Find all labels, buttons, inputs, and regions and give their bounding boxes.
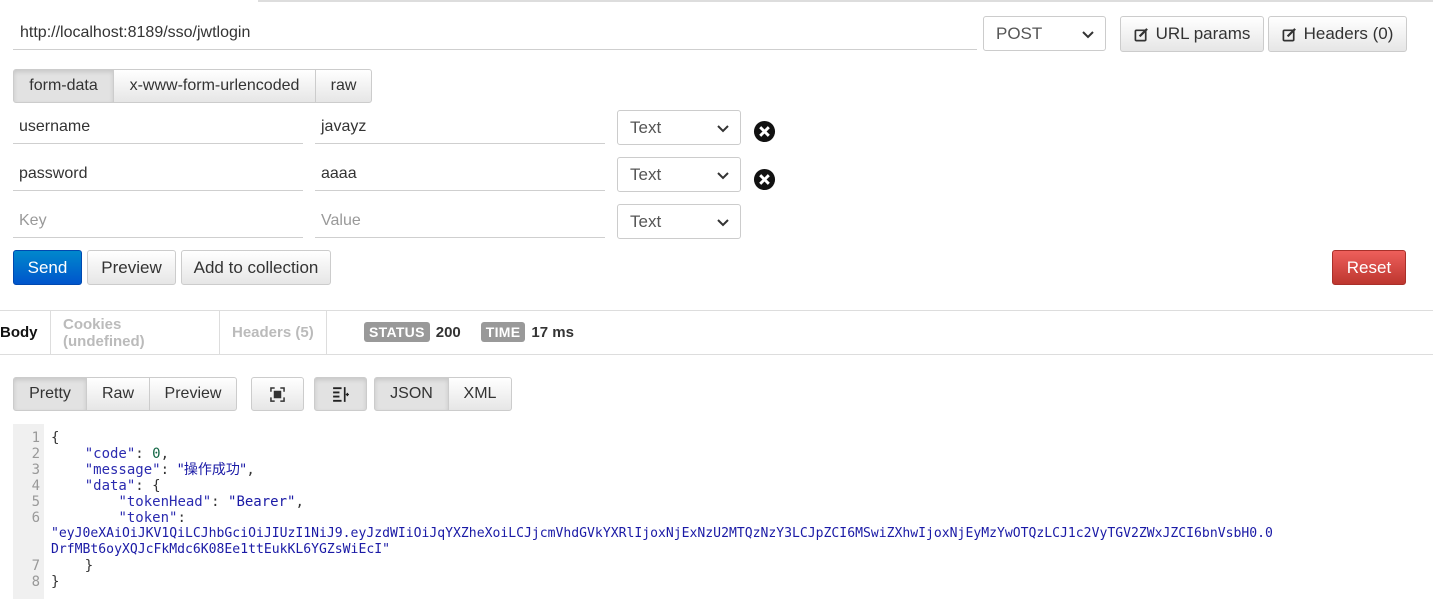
json-value: "Bearer" <box>228 494 296 510</box>
json-value: DrfMBt6oyXQJcFkMdc6K08Ee1ttEukKL6YGZsWiE… <box>51 542 390 557</box>
wrap-lines-icon <box>333 386 349 402</box>
preview-button[interactable]: Preview <box>87 250 176 285</box>
line-number: 2 <box>31 446 40 462</box>
fullscreen-icon <box>270 386 285 402</box>
new-value-field[interactable]: Value <box>315 204 605 238</box>
status-badge: STATUS <box>364 322 430 342</box>
code-line: "data": { <box>84 478 161 494</box>
code-line: "eyJ0eXAiOiJKV1QiLCJhbGciOiJIUzI1NiJ9.ey… <box>51 526 1273 542</box>
line-number: 7 <box>31 558 40 574</box>
tab-response-headers[interactable]: Headers (5) <box>220 311 327 354</box>
format-tabs: JSON XML <box>374 377 512 411</box>
edit-icon <box>1134 27 1148 41</box>
json-value: 0 <box>152 446 161 462</box>
chevron-down-icon <box>717 124 729 132</box>
line-number: 3 <box>31 462 40 478</box>
top-divider <box>258 0 1433 2</box>
format-json[interactable]: JSON <box>374 377 449 411</box>
code-line: } <box>84 558 94 574</box>
code-line: "token": <box>118 510 186 526</box>
status-indicator: STATUS 200 TIME 17 ms <box>364 322 574 342</box>
code-line: "code": 0, <box>84 446 170 462</box>
type-select-value: Text <box>630 211 662 231</box>
view-pretty[interactable]: Pretty <box>13 377 87 411</box>
json-key: "token" <box>118 510 178 526</box>
json-key: "data" <box>84 478 136 494</box>
code-line: { <box>51 430 60 446</box>
json-value: "eyJ0eXAiOiJKV1QiLCJhbGciOiJIUzI1NiJ9.ey… <box>51 526 1273 541</box>
value-field[interactable]: javayz <box>315 110 605 144</box>
format-xml[interactable]: XML <box>448 377 512 411</box>
headers-label: Headers (0) <box>1303 24 1394 43</box>
tab-form-data[interactable]: form-data <box>13 69 114 103</box>
new-key-field[interactable]: Key <box>13 204 303 238</box>
tab-x-www-form-urlencoded[interactable]: x-www-form-urlencoded <box>113 69 316 103</box>
remove-row-icon[interactable] <box>753 168 776 191</box>
add-to-collection-label: Add to collection <box>193 257 319 277</box>
url-input[interactable] <box>13 16 977 50</box>
code-line: } <box>51 574 60 590</box>
add-to-collection-button[interactable]: Add to collection <box>181 250 331 285</box>
reset-button[interactable]: Reset <box>1332 250 1406 285</box>
json-key: "message" <box>84 462 161 478</box>
chevron-down-icon <box>717 171 729 179</box>
chevron-down-icon <box>717 218 729 226</box>
view-preview[interactable]: Preview <box>149 377 237 411</box>
body-type-tabs: form-data x-www-form-urlencoded raw <box>13 69 372 103</box>
key-field[interactable]: password <box>13 157 303 191</box>
time-value: 17 ms <box>531 323 574 341</box>
tab-response-cookies[interactable]: Cookies (undefined) <box>51 311 220 354</box>
json-key: "tokenHead" <box>118 494 212 510</box>
chevron-down-icon <box>1082 30 1094 38</box>
headers-button[interactable]: Headers (0) <box>1268 16 1407 52</box>
preview-label: Preview <box>101 257 162 277</box>
value-field[interactable]: aaaa <box>315 157 605 191</box>
method-select[interactable]: POST <box>983 16 1106 51</box>
edit-icon <box>1282 27 1296 41</box>
line-number: 1 <box>31 430 40 446</box>
method-select-value: POST <box>996 23 1043 43</box>
url-params-button[interactable]: URL params <box>1120 16 1264 52</box>
type-select[interactable]: Text <box>617 204 741 239</box>
type-select-value: Text <box>630 117 662 137</box>
tab-response-body[interactable]: Body <box>0 311 51 354</box>
type-select[interactable]: Text <box>617 110 741 145</box>
response-divider-bottom <box>0 354 1433 355</box>
type-select[interactable]: Text <box>617 157 741 192</box>
json-value: "操作成功" <box>177 462 247 478</box>
line-number: 6 <box>31 510 40 526</box>
key-field[interactable]: username <box>13 110 303 144</box>
wrap-lines-button[interactable] <box>314 377 367 411</box>
remove-row-icon[interactable] <box>753 120 776 143</box>
json-key: "code" <box>84 446 136 462</box>
code-line: DrfMBt6oyXQJcFkMdc6K08Ee1ttEukKL6YGZsWiE… <box>51 542 390 558</box>
view-raw[interactable]: Raw <box>86 377 150 411</box>
code-line: "message": "操作成功", <box>84 462 255 478</box>
line-number: 4 <box>31 478 40 494</box>
tab-raw[interactable]: raw <box>315 69 372 103</box>
type-select-value: Text <box>630 164 662 184</box>
url-params-label: URL params <box>1155 24 1251 43</box>
fullscreen-button[interactable] <box>251 377 304 411</box>
line-number: 5 <box>31 494 40 510</box>
view-mode-tabs: Pretty Raw Preview <box>13 377 237 411</box>
line-number: 8 <box>31 574 40 590</box>
code-line: "tokenHead": "Bearer", <box>118 494 304 510</box>
status-value: 200 <box>435 323 461 341</box>
send-button[interactable]: Send <box>13 250 82 285</box>
time-badge: TIME <box>480 322 526 342</box>
